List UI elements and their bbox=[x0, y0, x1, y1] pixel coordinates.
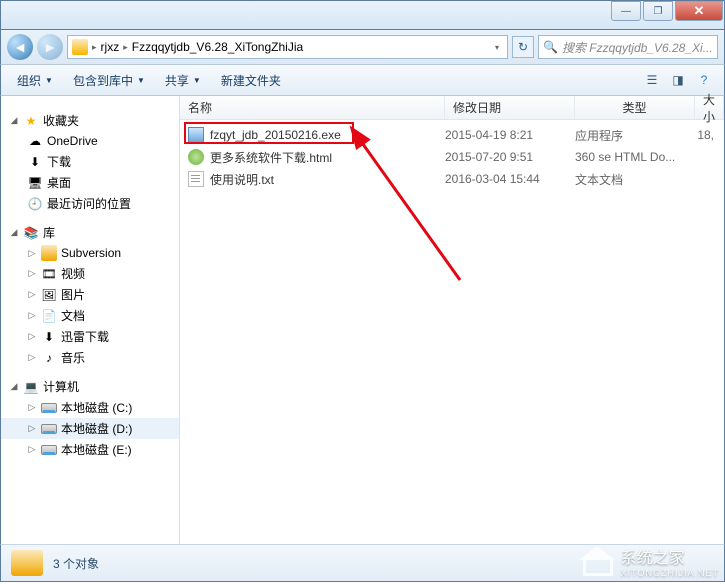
window-titlebar: — ❐ ✕ bbox=[0, 0, 725, 30]
sidebar-downloads[interactable]: ⬇下载 bbox=[1, 151, 179, 172]
file-list: fzqyt_jdb_20150216.exe 2015-04-19 8:21 应… bbox=[180, 120, 724, 544]
sidebar-subversion[interactable]: ▷Subversion bbox=[1, 243, 179, 263]
house-icon bbox=[581, 546, 615, 576]
sidebar-videos[interactable]: ▷🎞视频 bbox=[1, 263, 179, 284]
file-row[interactable]: 更多系统软件下载.html 2015-07-20 9:51 360 se HTM… bbox=[180, 146, 724, 168]
folder-icon bbox=[41, 245, 57, 261]
search-input[interactable]: 🔍 搜索 Fzzqqytjdb_V6.28_Xi... bbox=[538, 35, 718, 59]
minimize-button[interactable]: — bbox=[611, 1, 641, 21]
sidebar-favorites[interactable]: ◢★收藏夹 bbox=[1, 110, 179, 131]
search-icon: 🔍 bbox=[543, 40, 558, 54]
status-text: 3 个对象 bbox=[53, 555, 99, 572]
file-list-area: 名称 修改日期 类型 大小 fzqyt_jdb_20150216.exe 201… bbox=[180, 96, 724, 544]
main-content: ◢★收藏夹 ☁OneDrive ⬇下载 🖥桌面 🕘最近访问的位置 ◢📚库 ▷Su… bbox=[0, 96, 725, 544]
help-button[interactable]: ? bbox=[692, 69, 716, 91]
column-size[interactable]: 大小 bbox=[695, 96, 724, 119]
document-icon: 📄 bbox=[41, 308, 57, 324]
download-icon: ⬇ bbox=[27, 154, 43, 170]
folder-icon bbox=[72, 39, 88, 55]
close-button[interactable]: ✕ bbox=[675, 1, 723, 21]
cloud-icon: ☁ bbox=[27, 133, 43, 149]
address-bar-row: ◄ ► ▸ rjxz ▸ Fzzqqytjdb_V6.28_XiTongZhiJ… bbox=[0, 30, 725, 64]
txt-icon bbox=[188, 171, 204, 187]
chevron-down-icon: ▼ bbox=[137, 76, 145, 85]
sidebar-drive-c[interactable]: ▷本地磁盘 (C:) bbox=[1, 397, 179, 418]
nav-forward-button[interactable]: ► bbox=[37, 34, 63, 60]
column-date[interactable]: 修改日期 bbox=[445, 96, 575, 119]
watermark-brand: 系统之家 bbox=[621, 544, 719, 568]
maximize-button[interactable]: ❐ bbox=[643, 1, 673, 21]
chevron-right-icon: ▸ bbox=[123, 42, 128, 53]
view-options-button[interactable]: ☰ bbox=[640, 69, 664, 91]
watermark-url: XITONGZHIJIA.NET bbox=[621, 568, 719, 578]
sidebar-xunlei[interactable]: ▷⬇迅雷下载 bbox=[1, 326, 179, 347]
column-type[interactable]: 类型 bbox=[575, 96, 695, 119]
drive-icon bbox=[41, 445, 57, 455]
nav-back-button[interactable]: ◄ bbox=[7, 34, 33, 60]
include-in-library-button[interactable]: 包含到库中▼ bbox=[65, 69, 153, 92]
download-icon: ⬇ bbox=[41, 329, 57, 345]
video-icon: 🎞 bbox=[41, 266, 57, 282]
command-toolbar: 组织▼ 包含到库中▼ 共享▼ 新建文件夹 ☰ ◨ ? bbox=[0, 64, 725, 96]
preview-pane-button[interactable]: ◨ bbox=[666, 69, 690, 91]
navigation-sidebar: ◢★收藏夹 ☁OneDrive ⬇下载 🖥桌面 🕘最近访问的位置 ◢📚库 ▷Su… bbox=[1, 96, 180, 544]
computer-icon: 💻 bbox=[23, 379, 39, 395]
folder-icon bbox=[11, 550, 43, 576]
recent-icon: 🕘 bbox=[27, 196, 43, 212]
sidebar-desktop[interactable]: 🖥桌面 bbox=[1, 172, 179, 193]
drive-icon bbox=[41, 403, 57, 413]
address-bar[interactable]: ▸ rjxz ▸ Fzzqqytjdb_V6.28_XiTongZhiJia ▾ bbox=[67, 35, 508, 59]
music-icon: ♪ bbox=[41, 350, 57, 366]
new-folder-button[interactable]: 新建文件夹 bbox=[213, 69, 289, 92]
search-placeholder: 搜索 Fzzqqytjdb_V6.28_Xi... bbox=[562, 39, 713, 56]
sidebar-pictures[interactable]: ▷🖼图片 bbox=[1, 284, 179, 305]
sidebar-drive-e[interactable]: ▷本地磁盘 (E:) bbox=[1, 439, 179, 460]
sidebar-recent[interactable]: 🕘最近访问的位置 bbox=[1, 193, 179, 214]
exe-icon bbox=[188, 127, 204, 143]
watermark: 系统之家 XITONGZHIJIA.NET bbox=[581, 544, 719, 578]
breadcrumb-item[interactable]: Fzzqqytjdb_V6.28_XiTongZhiJia bbox=[132, 40, 303, 54]
sidebar-libraries[interactable]: ◢📚库 bbox=[1, 222, 179, 243]
organize-button[interactable]: 组织▼ bbox=[9, 69, 61, 92]
sidebar-documents[interactable]: ▷📄文档 bbox=[1, 305, 179, 326]
desktop-icon: 🖥 bbox=[27, 175, 43, 191]
file-row[interactable]: 使用说明.txt 2016-03-04 15:44 文本文档 bbox=[180, 168, 724, 190]
drive-icon bbox=[41, 424, 57, 434]
chevron-down-icon: ▼ bbox=[193, 76, 201, 85]
sidebar-drive-d[interactable]: ▷本地磁盘 (D:) bbox=[1, 418, 179, 439]
library-icon: 📚 bbox=[23, 225, 39, 241]
sidebar-onedrive[interactable]: ☁OneDrive bbox=[1, 131, 179, 151]
chevron-down-icon: ▼ bbox=[45, 76, 53, 85]
share-button[interactable]: 共享▼ bbox=[157, 69, 209, 92]
breadcrumb-item[interactable]: rjxz bbox=[101, 40, 120, 54]
column-headers: 名称 修改日期 类型 大小 bbox=[180, 96, 724, 120]
star-icon: ★ bbox=[23, 113, 39, 129]
html-icon bbox=[188, 149, 204, 165]
sidebar-music[interactable]: ▷♪音乐 bbox=[1, 347, 179, 368]
chevron-down-icon[interactable]: ▾ bbox=[491, 43, 503, 52]
chevron-right-icon: ▸ bbox=[92, 42, 97, 53]
column-name[interactable]: 名称 bbox=[180, 96, 445, 119]
sidebar-computer[interactable]: ◢💻计算机 bbox=[1, 376, 179, 397]
file-row[interactable]: fzqyt_jdb_20150216.exe 2015-04-19 8:21 应… bbox=[180, 124, 724, 146]
refresh-button[interactable]: ↻ bbox=[512, 36, 534, 58]
picture-icon: 🖼 bbox=[41, 287, 57, 303]
